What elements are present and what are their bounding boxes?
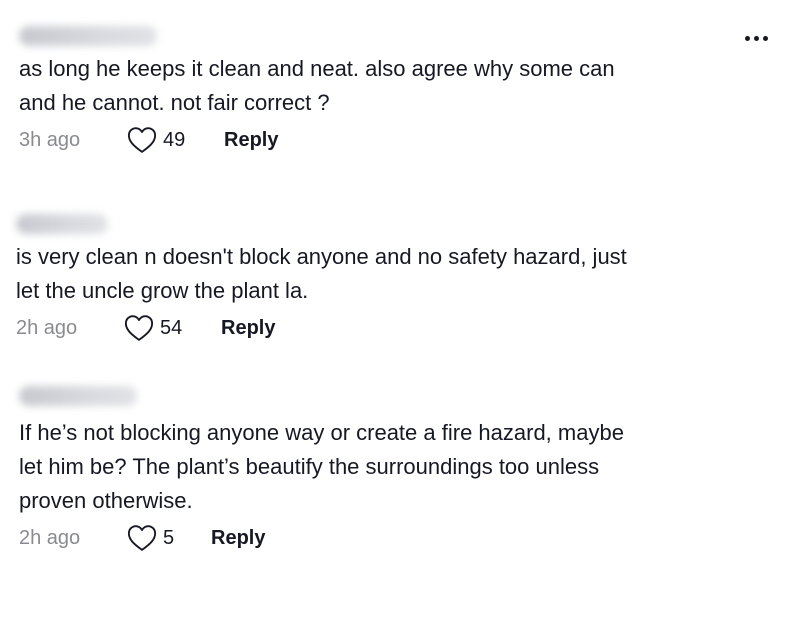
heart-icon [127,525,157,551]
more-options-button[interactable] [736,26,776,50]
like-button[interactable]: 54 [124,314,221,342]
more-dot [762,35,768,41]
comment-text: If he’s not blocking anyone way or creat… [19,416,719,518]
more-dot [744,35,750,41]
comment-text-line: If he’s not blocking anyone way or creat… [19,420,624,445]
reply-button[interactable]: Reply [224,129,278,152]
username-blurred[interactable] [19,386,137,406]
comment-text-line: let the uncle grow the plant la. [16,278,309,303]
reply-button[interactable]: Reply [211,527,265,550]
username-blurred[interactable] [19,26,157,46]
heart-icon [124,315,154,341]
comment-time: 3h ago [19,128,81,151]
comment-meta: 2h ago 54 Reply [16,314,716,342]
comment-meta: 2h ago 5 Reply [19,524,719,552]
like-count: 49 [163,128,186,151]
like-count: 5 [163,526,175,549]
comment-text-line: and he cannot. not fair correct ? [19,90,330,115]
comment-meta: 3h ago 49 Reply [19,126,719,154]
comment-time: 2h ago [19,526,81,549]
comment-item: If he’s not blocking anyone way or creat… [19,386,719,552]
comment-item: as long he keeps it clean and neat. also… [19,26,719,154]
username-blurred[interactable] [16,214,108,234]
like-button[interactable]: 5 [127,524,211,552]
comment-text-line: let him be? The plant’s beautify the sur… [19,454,600,479]
comment-text: as long he keeps it clean and neat. also… [19,52,719,120]
comment-text: is very clean n doesn't block anyone and… [16,240,716,308]
comment-item: is very clean n doesn't block anyone and… [16,214,716,342]
comment-text-line: is very clean n doesn't block anyone and… [16,244,627,269]
comment-time: 2h ago [16,316,78,339]
heart-icon [127,127,157,153]
reply-button[interactable]: Reply [221,317,275,340]
like-count: 54 [160,316,183,339]
comment-text-line: proven otherwise. [19,488,193,513]
comment-text-line: as long he keeps it clean and neat. also… [19,56,615,81]
like-button[interactable]: 49 [127,126,224,154]
more-dot [753,35,759,41]
